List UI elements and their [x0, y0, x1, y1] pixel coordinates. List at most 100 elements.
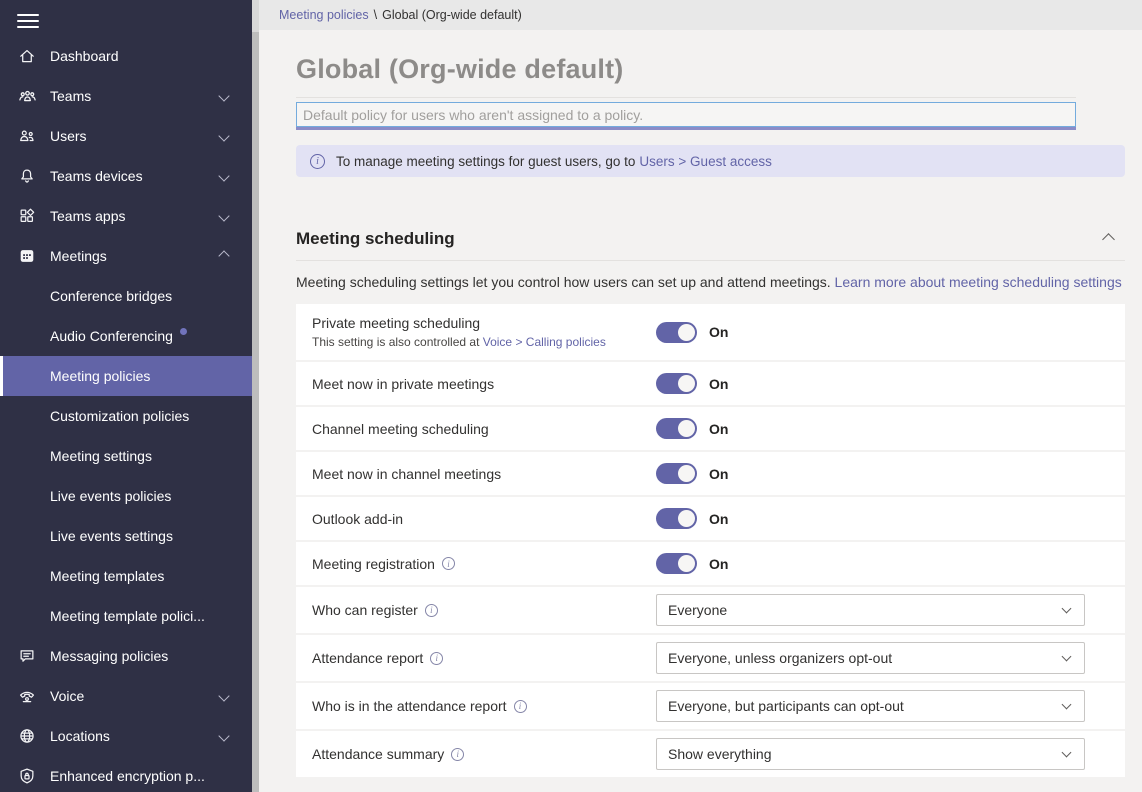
- section-divider: [296, 260, 1125, 261]
- info-icon[interactable]: i: [425, 604, 438, 617]
- sidebar-item-label: Voice: [50, 688, 84, 704]
- teams-icon: [17, 87, 37, 105]
- chevron-down-icon: [218, 90, 229, 101]
- sidebar-item-meeting-policies[interactable]: Meeting policies: [0, 356, 252, 396]
- sidebar-item-voice[interactable]: Voice: [0, 676, 252, 716]
- dropdown-who-can-register[interactable]: Everyone: [656, 594, 1085, 626]
- dropdown-attendance-summary[interactable]: Show everything: [656, 738, 1085, 770]
- breadcrumb-separator: \: [374, 8, 377, 22]
- dropdown-value: Everyone: [668, 602, 727, 618]
- setting-control: On: [656, 508, 728, 529]
- apps-icon: [17, 207, 37, 225]
- toggle-state-label: On: [709, 324, 728, 340]
- setting-row-attendance-summary: Attendance summaryiShow everything: [296, 731, 1125, 777]
- sidebar: Dashboard Teams Users Teams devices Teams ap…: [0, 0, 252, 792]
- sidebar-item-label: Audio Conferencing: [50, 328, 173, 344]
- setting-control: On: [656, 418, 728, 439]
- sidebar-item-meeting-settings[interactable]: Meeting settings: [0, 436, 252, 476]
- setting-label: Attendance report: [312, 650, 423, 666]
- setting-control: On: [656, 463, 728, 484]
- sidebar-item-label: Teams devices: [50, 168, 143, 184]
- sidebar-item-meetings[interactable]: Meetings: [0, 236, 252, 276]
- sidebar-item-label: Meeting policies: [50, 368, 150, 384]
- chevron-down-icon: [218, 730, 229, 741]
- policy-description-field-wrap: [296, 102, 1076, 130]
- teams-admin-center: Dashboard Teams Users Teams devices Teams ap…: [0, 0, 1142, 792]
- info-icon[interactable]: i: [451, 748, 464, 761]
- sidebar-item-label: Meetings: [50, 248, 107, 264]
- sidebar-item-dashboard[interactable]: Dashboard: [0, 36, 252, 76]
- sidebar-item-enhanced-encryption-p[interactable]: Enhanced encryption p...: [0, 756, 252, 792]
- toggle-outlook-add-in[interactable]: [656, 508, 697, 529]
- toggle-meet-now-in-private-meetings[interactable]: [656, 373, 697, 394]
- sidebar-item-label: Teams: [50, 88, 91, 104]
- toggle-meeting-registration[interactable]: [656, 553, 697, 574]
- sidebar-item-label: Conference bridges: [50, 288, 172, 304]
- info-icon: i: [310, 154, 325, 169]
- sidebar-item-customization-policies[interactable]: Customization policies: [0, 396, 252, 436]
- toggle-knob: [678, 420, 695, 437]
- sidebar-scrollbar-thumb[interactable]: [252, 32, 259, 792]
- dropdown-attendance-report[interactable]: Everyone, unless organizers opt-out: [656, 642, 1085, 674]
- sidebar-item-users[interactable]: Users: [0, 116, 252, 156]
- banner-guest-access-link[interactable]: Users > Guest access: [639, 154, 771, 169]
- toggle-meet-now-in-channel-meetings[interactable]: [656, 463, 697, 484]
- breadcrumb-parent-link[interactable]: Meeting policies: [279, 8, 369, 22]
- setting-row-channel-meeting-scheduling: Channel meeting schedulingOn: [296, 407, 1125, 450]
- shield-lock-icon: [17, 767, 37, 785]
- setting-label: Meeting registration: [312, 556, 435, 572]
- sidebar-item-teams-apps[interactable]: Teams apps: [0, 196, 252, 236]
- setting-row-meet-now-in-channel-meetings: Meet now in channel meetings On: [296, 452, 1125, 495]
- setting-sub-link[interactable]: Voice > Calling policies: [483, 335, 606, 349]
- chevron-down-icon: [218, 690, 229, 701]
- hamburger-menu-icon[interactable]: [0, 0, 252, 36]
- setting-label: Meet now in channel meetings: [312, 466, 501, 482]
- toggle-state-label: On: [709, 511, 728, 527]
- dropdown-who-is-in-the-attendance-report[interactable]: Everyone, but participants can opt-out: [656, 690, 1085, 722]
- sidebar-item-meeting-template-polici[interactable]: Meeting template polici...: [0, 596, 252, 636]
- locations-icon: [17, 727, 37, 745]
- toggle-private-meeting-scheduling[interactable]: [656, 322, 697, 343]
- sidebar-item-teams[interactable]: Teams: [0, 76, 252, 116]
- chat-icon: [17, 647, 37, 665]
- sidebar-item-live-events-policies[interactable]: Live events policies: [0, 476, 252, 516]
- main-content: Meeting policies \ Global (Org-wide defa…: [259, 0, 1142, 792]
- setting-control: On: [656, 373, 728, 394]
- setting-label-group: Who is in the attendance reporti: [312, 698, 656, 714]
- info-icon[interactable]: i: [514, 700, 527, 713]
- sidebar-item-label: Users: [50, 128, 87, 144]
- toggle-knob: [678, 555, 695, 572]
- setting-control: On: [656, 322, 728, 343]
- sidebar-item-teams-devices[interactable]: Teams devices: [0, 156, 252, 196]
- sidebar-item-live-events-settings[interactable]: Live events settings: [0, 516, 252, 556]
- toggle-state-label: On: [709, 376, 728, 392]
- info-icon[interactable]: i: [430, 652, 443, 665]
- policy-description-input[interactable]: [296, 102, 1076, 127]
- setting-label-group: Private meeting schedulingThis setting i…: [312, 315, 656, 349]
- sidebar-item-messaging-policies[interactable]: Messaging policies: [0, 636, 252, 676]
- sidebar-item-label: Teams apps: [50, 208, 125, 224]
- toggle-state-label: On: [709, 556, 728, 572]
- setting-label: Who can register: [312, 602, 418, 618]
- setting-label-group: Meet now in channel meetings: [312, 466, 656, 482]
- section-description: Meeting scheduling settings let you cont…: [296, 274, 1125, 290]
- setting-row-meeting-registration: Meeting registration i On: [296, 542, 1125, 585]
- learn-more-link[interactable]: Learn more about meeting scheduling sett…: [835, 274, 1122, 290]
- sidebar-item-conference-bridges[interactable]: Conference bridges: [0, 276, 252, 316]
- settings-list: Private meeting schedulingThis setting i…: [296, 304, 1125, 777]
- setting-label-group: Attendance report i: [312, 650, 656, 666]
- chevron-up-icon[interactable]: [1102, 233, 1115, 246]
- setting-control: Show everything: [656, 738, 1085, 770]
- section-header: Meeting scheduling: [296, 229, 1125, 249]
- sidebar-item-meeting-templates[interactable]: Meeting templates: [0, 556, 252, 596]
- info-icon[interactable]: i: [442, 557, 455, 570]
- sidebar-scrollbar[interactable]: [252, 0, 259, 792]
- chevron-down-icon: [1062, 604, 1072, 614]
- sidebar-item-label: Messaging policies: [50, 648, 168, 664]
- sidebar-item-label: Customization policies: [50, 408, 189, 424]
- setting-label-group: Meeting registration i: [312, 556, 656, 572]
- setting-row-who-can-register: Who can register i Everyone: [296, 587, 1125, 633]
- sidebar-item-audio-conferencing[interactable]: Audio Conferencing: [0, 316, 252, 356]
- toggle-channel-meeting-scheduling[interactable]: [656, 418, 697, 439]
- sidebar-item-locations[interactable]: Locations: [0, 716, 252, 756]
